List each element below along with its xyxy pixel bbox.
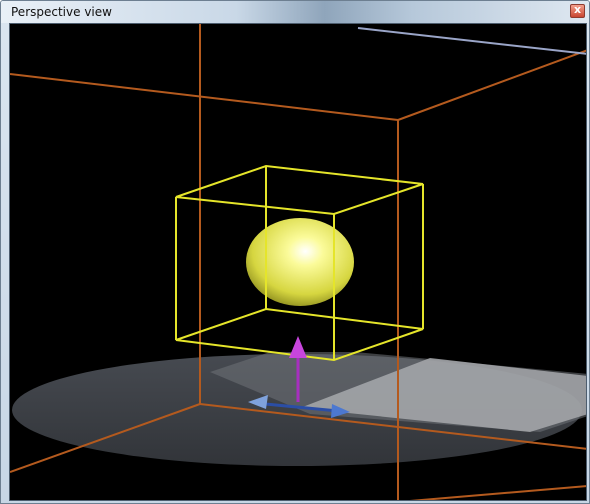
close-icon: x bbox=[573, 3, 582, 16]
close-button[interactable]: x bbox=[570, 3, 585, 18]
title-bar[interactable]: Perspective view x bbox=[1, 1, 589, 23]
perspective-window: Perspective view x bbox=[0, 0, 590, 504]
window-title: Perspective view bbox=[11, 5, 112, 19]
sphere[interactable] bbox=[246, 218, 354, 306]
3d-viewport[interactable] bbox=[9, 23, 587, 501]
gizmo-y-arrow-icon[interactable] bbox=[289, 336, 307, 358]
scene-canvas[interactable] bbox=[10, 24, 587, 501]
